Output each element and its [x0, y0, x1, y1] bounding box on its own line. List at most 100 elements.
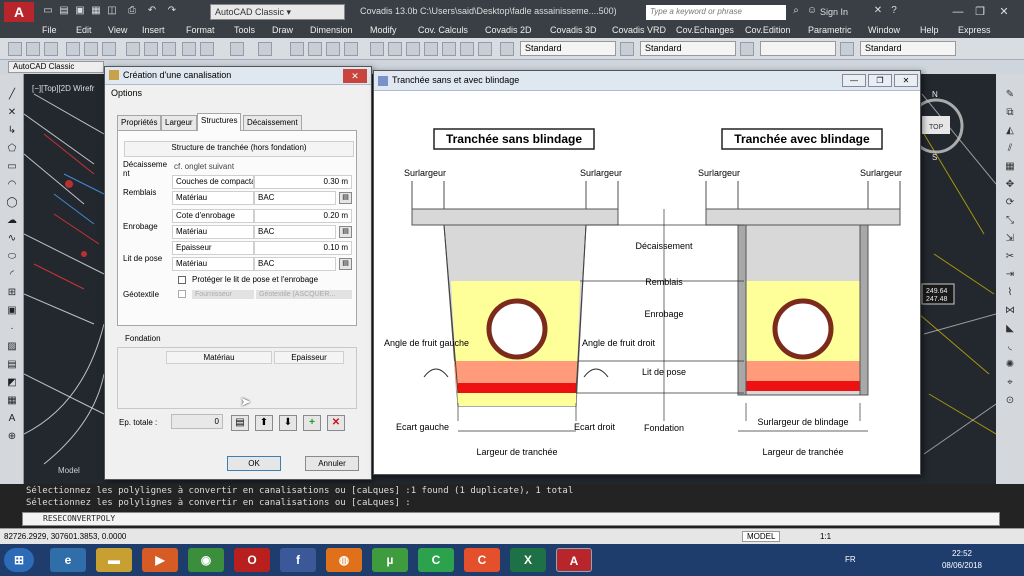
diagram-restore-button[interactable]: ❐: [868, 74, 892, 87]
geotextile-checkbox[interactable]: [178, 290, 186, 298]
utorrent-icon[interactable]: µ: [372, 548, 408, 572]
open-icon[interactable]: ▤: [58, 5, 70, 17]
pan-icon[interactable]: [290, 42, 304, 56]
publish-icon[interactable]: [102, 42, 116, 56]
polyline-icon[interactable]: ↳: [5, 124, 19, 138]
spline-icon[interactable]: ∿: [5, 232, 19, 246]
zoom-previous-icon[interactable]: [344, 42, 358, 56]
fond-picker-icon[interactable]: ▤: [231, 415, 249, 431]
polygon-icon[interactable]: ⬠: [5, 142, 19, 156]
point-icon[interactable]: ·: [5, 322, 19, 336]
opera-icon[interactable]: O: [234, 548, 270, 572]
enrobage-materiau-value[interactable]: BAC: [254, 225, 336, 239]
fondation-table[interactable]: Matériau Epaisseur: [117, 347, 357, 409]
table-style-icon[interactable]: [740, 42, 754, 56]
stretch-icon[interactable]: ⇲: [1003, 232, 1017, 246]
menu-covadis-vrd[interactable]: Covadis VRD: [612, 25, 666, 35]
explorer-icon[interactable]: ▬: [96, 548, 132, 572]
save-file-icon[interactable]: [44, 42, 58, 56]
menu-cov-calculs[interactable]: Cov. Calculs: [418, 25, 468, 35]
enrobage-picker-icon[interactable]: ▤: [339, 226, 352, 238]
move-up-icon[interactable]: ⬆: [255, 415, 273, 431]
add-selected-icon[interactable]: ⊕: [5, 430, 19, 444]
tab-proprietes[interactable]: Propriétés: [117, 115, 162, 130]
orange-c-icon[interactable]: C: [464, 548, 500, 572]
sign-in-link[interactable]: Sign In: [820, 7, 848, 17]
move-down-icon[interactable]: ⬇: [279, 415, 297, 431]
autocad-taskbar-icon[interactable]: A: [556, 548, 592, 572]
table-style-select[interactable]: [760, 41, 836, 56]
viewcube-top[interactable]: TOP: [929, 124, 944, 131]
break-icon[interactable]: ⌇: [1003, 286, 1017, 300]
make-block-icon[interactable]: ▣: [5, 304, 19, 318]
firefox-icon[interactable]: ◍: [326, 548, 362, 572]
search-icon[interactable]: ⌕: [790, 5, 802, 17]
trim-icon[interactable]: ✂: [1003, 250, 1017, 264]
fillet-icon[interactable]: ◟: [1003, 340, 1017, 354]
help-icon[interactable]: ?: [888, 5, 900, 17]
region-icon[interactable]: ◩: [5, 376, 19, 390]
diagram-minimize-button[interactable]: —: [842, 74, 866, 87]
geotextile-value[interactable]: Géotextile (ASCQUER...: [256, 290, 352, 299]
copy-icon[interactable]: [144, 42, 158, 56]
redo-tool-icon[interactable]: [258, 42, 272, 56]
lit-epaisseur-value[interactable]: 0.10 m: [254, 241, 352, 255]
zoom-window-icon[interactable]: [326, 42, 340, 56]
tool-palettes-icon[interactable]: [406, 42, 420, 56]
restore-button[interactable]: ❐: [972, 4, 988, 20]
design-center-icon[interactable]: [388, 42, 402, 56]
remblais-materiau-value[interactable]: BAC: [254, 191, 336, 205]
minimize-button[interactable]: —: [950, 4, 966, 20]
mleader-style-icon[interactable]: [840, 42, 854, 56]
options-menu[interactable]: Options: [111, 88, 142, 98]
rectangle-icon[interactable]: ▭: [5, 160, 19, 174]
menu-covadis-2d[interactable]: Covadis 2D: [485, 25, 532, 35]
text-style-icon[interactable]: [500, 42, 514, 56]
help-tool-icon[interactable]: [478, 42, 492, 56]
menu-parametric[interactable]: Parametric: [808, 25, 852, 35]
zoom-realtime-icon[interactable]: [308, 42, 322, 56]
search-input[interactable]: Type a keyword or phrase: [646, 5, 786, 20]
array-icon[interactable]: ▦: [1003, 160, 1017, 174]
osnap-icon[interactable]: ⊙: [1003, 394, 1017, 408]
media-player-icon[interactable]: ▶: [142, 548, 178, 572]
enrobage-cote-value[interactable]: 0.20 m: [254, 209, 352, 223]
workspace-combo[interactable]: AutoCAD Classic: [8, 61, 104, 73]
menu-cov-edition[interactable]: Cov.Edition: [745, 25, 790, 35]
hatch-icon[interactable]: ▨: [5, 340, 19, 354]
copy-object-icon[interactable]: ⧉: [1003, 106, 1017, 120]
match-prop-icon[interactable]: [182, 42, 196, 56]
tab-decaissement[interactable]: Décaissement: [243, 115, 302, 130]
menu-cov-echanges[interactable]: Cov.Echanges: [676, 25, 734, 35]
menu-window[interactable]: Window: [868, 25, 900, 35]
quickcalc-icon[interactable]: [460, 42, 474, 56]
add-icon[interactable]: +: [303, 415, 321, 431]
revcloud-icon[interactable]: ☁: [5, 214, 19, 228]
join-icon[interactable]: ⋈: [1003, 304, 1017, 318]
mleader-style-select[interactable]: Standard: [860, 41, 956, 56]
model-space-button[interactable]: MODEL: [742, 531, 781, 542]
redo-icon[interactable]: ↷: [166, 5, 178, 17]
multiline-text-icon[interactable]: A: [5, 412, 19, 426]
facebook-icon[interactable]: f: [280, 548, 316, 572]
sheet-set-icon[interactable]: [424, 42, 438, 56]
ellipse-arc-icon[interactable]: ◜: [5, 268, 19, 282]
gradient-icon[interactable]: ▤: [5, 358, 19, 372]
menu-help[interactable]: Help: [920, 25, 939, 35]
workspace-select[interactable]: AutoCAD Classic ▾: [210, 4, 345, 20]
close-button[interactable]: ✕: [996, 4, 1012, 20]
construction-line-icon[interactable]: ✕: [5, 106, 19, 120]
line-icon[interactable]: ╱: [5, 88, 19, 102]
dim-style-select[interactable]: Standard: [640, 41, 736, 56]
chamfer-icon[interactable]: ◣: [1003, 322, 1017, 336]
ie-icon[interactable]: e: [50, 548, 86, 572]
excel-icon[interactable]: X: [510, 548, 546, 572]
rotate-icon[interactable]: ⟳: [1003, 196, 1017, 210]
command-input[interactable]: RESECONVERTPOLY: [22, 512, 1000, 526]
ok-button[interactable]: OK: [227, 456, 281, 471]
language-indicator[interactable]: FR: [845, 555, 856, 564]
undo-tool-icon[interactable]: [230, 42, 244, 56]
tab-structures[interactable]: Structures: [197, 113, 242, 131]
insert-block-icon[interactable]: ⊞: [5, 286, 19, 300]
paste-icon[interactable]: [162, 42, 176, 56]
